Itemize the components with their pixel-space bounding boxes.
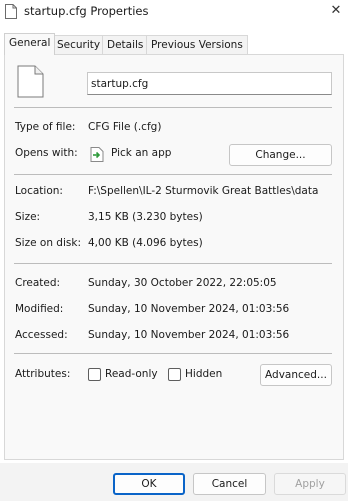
window-title: startup.cfg Properties	[24, 4, 149, 18]
hidden-label[interactable]: Hidden	[185, 368, 222, 380]
hidden-checkbox[interactable]	[168, 368, 181, 381]
readonly-label[interactable]: Read-only	[105, 368, 158, 380]
tab-security[interactable]: Security	[52, 35, 106, 55]
divider	[14, 263, 332, 264]
title-bar[interactable]: startup.cfg Properties ✕	[0, 0, 348, 27]
ok-button[interactable]: OK	[113, 473, 185, 495]
file-icon	[5, 4, 17, 19]
size-label: Size:	[15, 211, 41, 223]
location-label: Location:	[15, 185, 63, 197]
size-on-disk-label: Size on disk:	[15, 237, 81, 249]
apply-button[interactable]: Apply	[274, 473, 346, 495]
tab-details[interactable]: Details	[102, 35, 149, 55]
modified-value: Sunday, 10 November 2024, 01:03:56	[88, 303, 290, 315]
opens-with-value: Pick an app	[111, 147, 172, 159]
modified-label: Modified:	[15, 303, 64, 315]
location-value: F:\Spellen\IL-2 Sturmovik Great Battles\…	[88, 185, 319, 197]
pick-app-icon	[90, 147, 104, 162]
tab-general[interactable]: General	[4, 33, 56, 55]
close-button[interactable]: ✕	[326, 2, 346, 20]
accessed-value: Sunday, 10 November 2024, 01:03:56	[88, 329, 290, 341]
type-value: CFG File (.cfg)	[88, 121, 162, 133]
created-value: Sunday, 30 October 2022, 22:05:05	[88, 277, 277, 289]
general-panel	[4, 54, 344, 460]
divider	[14, 107, 332, 108]
opens-with-label: Opens with:	[15, 147, 78, 159]
file-name-input[interactable]	[87, 72, 332, 95]
readonly-checkbox[interactable]	[88, 368, 101, 381]
close-icon: ✕	[330, 3, 342, 18]
change-button[interactable]: Change...	[229, 144, 332, 166]
attributes-label: Attributes:	[15, 368, 71, 380]
file-type-icon	[17, 65, 44, 98]
tab-strip: General Security Details Previous Versio…	[0, 33, 348, 55]
accessed-label: Accessed:	[15, 329, 68, 341]
cancel-button[interactable]: Cancel	[193, 473, 266, 495]
size-on-disk-value: 4,00 KB (4.096 bytes)	[88, 237, 203, 249]
created-label: Created:	[15, 277, 61, 289]
size-value: 3,15 KB (3.230 bytes)	[88, 211, 203, 223]
tab-previous-versions[interactable]: Previous Versions	[146, 35, 248, 55]
divider	[14, 353, 332, 354]
type-label: Type of file:	[15, 121, 76, 133]
divider	[14, 174, 332, 175]
advanced-button[interactable]: Advanced...	[260, 364, 332, 386]
